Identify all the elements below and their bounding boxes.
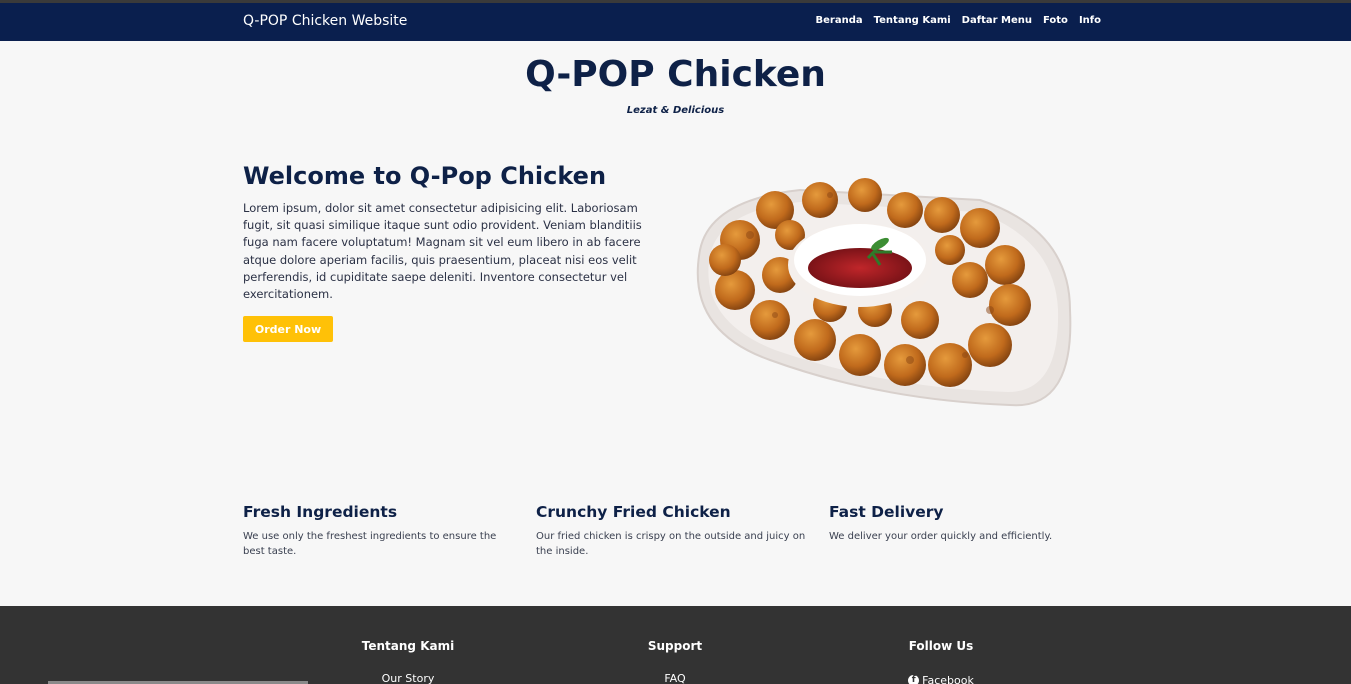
footer-link-our-story[interactable]: Our Story	[382, 672, 435, 684]
facebook-icon: f	[908, 675, 920, 684]
feature-text: We use only the freshest ingredients to …	[243, 531, 497, 557]
welcome-text: Lorem ipsum, dolor sit amet consectetur …	[243, 201, 642, 302]
feature-text: Our fried chicken is crispy on the outsi…	[536, 531, 806, 557]
footer-col-support: Support FAQ	[610, 639, 740, 684]
feature-fast-delivery: Fast Delivery We deliver your order quic…	[829, 503, 1104, 544]
feature-text: We deliver your order quickly and effici…	[829, 531, 1053, 542]
footer-heading: Tentang Kami	[361, 639, 455, 653]
footer-heading: Follow Us	[908, 639, 974, 653]
navbar: Q-POP Chicken Website Beranda Tentang Ka…	[0, 3, 1351, 41]
feature-title: Fresh Ingredients	[243, 503, 398, 521]
nav-link-beranda[interactable]: Beranda	[816, 15, 863, 26]
nav-links: Beranda Tentang Kami Daftar Menu Foto In…	[816, 15, 1101, 26]
order-now-button[interactable]: Order Now	[243, 316, 333, 342]
nav-link-daftar-menu[interactable]: Daftar Menu	[962, 15, 1032, 26]
footer-link-facebook[interactable]: f Facebook	[908, 674, 974, 684]
footer-link-faq[interactable]: FAQ	[664, 672, 685, 684]
nav-link-tentang-kami[interactable]: Tentang Kami	[874, 15, 951, 26]
fried-chicken-plate-image	[696, 178, 1072, 407]
footer-heading: Support	[647, 639, 703, 653]
welcome-title: Welcome to Q-Pop Chicken	[243, 162, 607, 190]
feature-crunchy-fried-chicken: Crunchy Fried Chicken Our fried chicken …	[536, 503, 811, 559]
footer-col-tentang-kami: Tentang Kami Our Story	[343, 639, 473, 684]
footer-link-label: Facebook	[922, 674, 974, 684]
nav-link-foto[interactable]: Foto	[1043, 15, 1068, 26]
brand-link[interactable]: Q-POP Chicken Website	[243, 13, 407, 29]
footer: Tentang Kami Our Story Support FAQ Follo…	[0, 606, 1351, 684]
feature-title: Crunchy Fried Chicken	[536, 503, 731, 521]
hero-tagline: Lezat & Delicious	[626, 105, 725, 116]
nav-link-info[interactable]: Info	[1079, 15, 1101, 26]
feature-title: Fast Delivery	[829, 503, 944, 521]
footer-col-follow-us: Follow Us f Facebook	[876, 639, 1006, 684]
hero-title: Q-POP Chicken	[525, 54, 826, 95]
feature-fresh-ingredients: Fresh Ingredients We use only the freshe…	[243, 503, 518, 559]
